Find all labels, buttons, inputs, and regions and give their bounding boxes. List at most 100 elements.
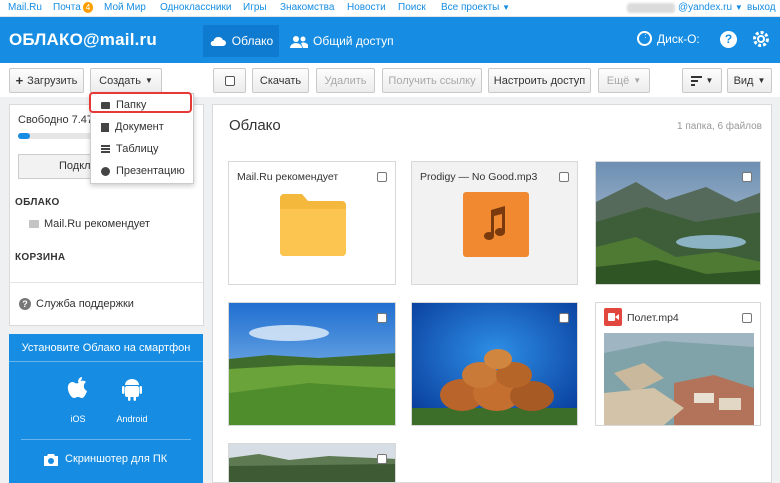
screenshot-icon — [44, 454, 58, 466]
cloud-logo[interactable]: ОБЛАКО@mail.ru — [9, 30, 157, 50]
photo-thumbnail — [412, 303, 577, 425]
menu-item-table[interactable]: Таблицу — [91, 138, 195, 160]
select-all-button[interactable] — [213, 68, 246, 93]
account-email[interactable]: @yandex.ru — [678, 2, 732, 13]
create-button[interactable]: Создать ▼ — [90, 68, 162, 93]
sort-button[interactable]: ▼ — [682, 68, 722, 93]
ios-label: iOS — [70, 414, 86, 424]
content-meta: 1 папка, 6 файлов — [677, 121, 762, 132]
table-icon — [101, 144, 110, 154]
view-label: Вид — [733, 74, 754, 87]
file-checkbox[interactable] — [559, 172, 569, 182]
get-link-button[interactable]: Получить ссылку — [382, 68, 482, 93]
file-card-image[interactable] — [228, 302, 396, 426]
portal-link-myworld[interactable]: Мой Мир — [104, 2, 146, 13]
android-icon — [107, 376, 157, 406]
mail-count-badge: 4 — [82, 2, 94, 13]
folder-icon — [280, 194, 346, 256]
mobile-promo: Установите Облако на смартфон iOS Androi… — [9, 334, 203, 483]
disk-o-button[interactable]: · · Диск-О: — [637, 31, 700, 46]
file-name: Mail.Ru рекомендует — [237, 171, 339, 183]
portal-link-games[interactable]: Игры — [243, 2, 267, 13]
file-checkbox[interactable] — [377, 454, 387, 464]
file-checkbox[interactable] — [742, 172, 752, 182]
file-name: Полет.mp4 — [627, 312, 679, 324]
ios-link[interactable]: iOS — [53, 376, 103, 424]
file-checkbox[interactable] — [377, 172, 387, 182]
file-checkbox[interactable] — [559, 313, 569, 323]
storage-progress-fill — [18, 133, 30, 139]
screenshoter-link[interactable]: Скриншотер для ПК — [43, 452, 167, 466]
portal-link-search[interactable]: Поиск — [398, 2, 426, 13]
section-trash-title[interactable]: КОРЗИНА — [15, 252, 65, 263]
create-label: Создать — [99, 74, 141, 87]
file-card-image[interactable] — [595, 161, 761, 285]
portal-link-dating[interactable]: Знакомства — [280, 2, 334, 13]
portal-link-mailru[interactable]: Mail.Ru — [8, 2, 42, 13]
menu-item-label: Таблицу — [116, 143, 159, 155]
portal-link-all-projects[interactable]: Все проекты ▼ — [441, 2, 510, 13]
portal-link-all-projects-label[interactable]: Все проекты — [441, 2, 499, 13]
portal-link-ok[interactable]: Одноклассники — [160, 2, 231, 13]
view-button[interactable]: Вид ▼ — [727, 68, 772, 93]
logout-link[interactable]: выход — [747, 2, 776, 13]
portal-link-mail-label[interactable]: Почта — [53, 2, 81, 13]
content-title: Облако — [229, 117, 281, 134]
folder-item-highlight — [89, 92, 192, 113]
file-card-image[interactable] — [411, 302, 578, 426]
android-label: Android — [116, 414, 148, 424]
share-settings-button[interactable]: Настроить доступ — [488, 68, 591, 93]
menu-item-presentation[interactable]: Презентацию — [91, 160, 195, 182]
section-cloud-title[interactable]: ОБЛАКО — [15, 197, 60, 208]
portal-link-news[interactable]: Новости — [347, 2, 386, 13]
more-label: Ещё — [606, 74, 630, 87]
photo-thumbnail — [229, 303, 395, 425]
disk-o-icon: · · — [637, 31, 652, 46]
delete-button[interactable]: Удалить — [316, 68, 375, 93]
sidebar-divider — [9, 282, 203, 283]
file-card-video[interactable]: Полет.mp4 — [595, 302, 761, 426]
chevron-down-icon: ▼ — [633, 76, 642, 85]
upload-label: Загрузить — [27, 74, 78, 87]
more-button[interactable]: Ещё ▼ — [598, 68, 650, 93]
file-card-audio[interactable]: Prodigy — No Good.mp3 — [411, 161, 578, 285]
portal-bar: Mail.Ru Почта 4 Мой Мир Одноклассники Игр… — [0, 0, 780, 17]
promo-divider — [9, 361, 203, 362]
menu-item-label: Презентацию — [116, 165, 185, 177]
account-menu[interactable]: @yandex.ru ▼ — [678, 2, 743, 13]
plus-icon: + — [15, 73, 24, 88]
cloud-icon — [210, 36, 226, 46]
file-checkbox[interactable] — [377, 313, 387, 323]
nav-cloud[interactable]: Облако — [203, 25, 279, 57]
settings-button[interactable] — [752, 30, 770, 48]
nav-cloud-label: Облако — [231, 34, 274, 48]
help-button[interactable]: ? — [720, 31, 737, 48]
file-card-image[interactable] — [228, 443, 396, 483]
support-label: Служба поддержки — [36, 298, 134, 310]
disk-o-label: Диск-О: — [657, 31, 700, 46]
upload-button[interactable]: + Загрузить — [9, 68, 84, 93]
sidebar-item-mailru-recommends[interactable]: Mail.Ru рекомендует — [29, 218, 150, 230]
storage-free: Свободно 7.47 — [18, 114, 94, 126]
sort-icon — [690, 75, 702, 86]
android-link[interactable]: Android — [107, 376, 157, 424]
chevron-down-icon: ▼ — [502, 3, 511, 12]
nav-shared[interactable]: Общий доступ — [290, 25, 394, 57]
users-icon — [290, 35, 308, 48]
video-thumbnail — [604, 333, 754, 425]
chevron-down-icon: ▼ — [705, 76, 714, 85]
promo-title: Установите Облако на смартфон — [21, 342, 191, 354]
gear-icon — [753, 31, 769, 47]
file-checkbox[interactable] — [742, 313, 752, 323]
download-button[interactable]: Скачать — [252, 68, 309, 93]
portal-link-mail[interactable]: Почта 4 — [53, 2, 94, 13]
file-card-folder[interactable]: Mail.Ru рекомендует — [228, 161, 396, 285]
support-link[interactable]: ? Служба поддержки — [19, 298, 134, 310]
menu-item-document[interactable]: Документ — [91, 116, 195, 138]
apple-icon — [53, 376, 103, 406]
file-name: Prodigy — No Good.mp3 — [420, 171, 538, 183]
app-header: ОБЛАКО@mail.ru Облако Общий доступ · · Ди… — [0, 17, 780, 63]
promo-divider-2 — [21, 439, 191, 440]
menu-item-label: Документ — [115, 121, 164, 133]
music-note-icon — [463, 192, 529, 257]
